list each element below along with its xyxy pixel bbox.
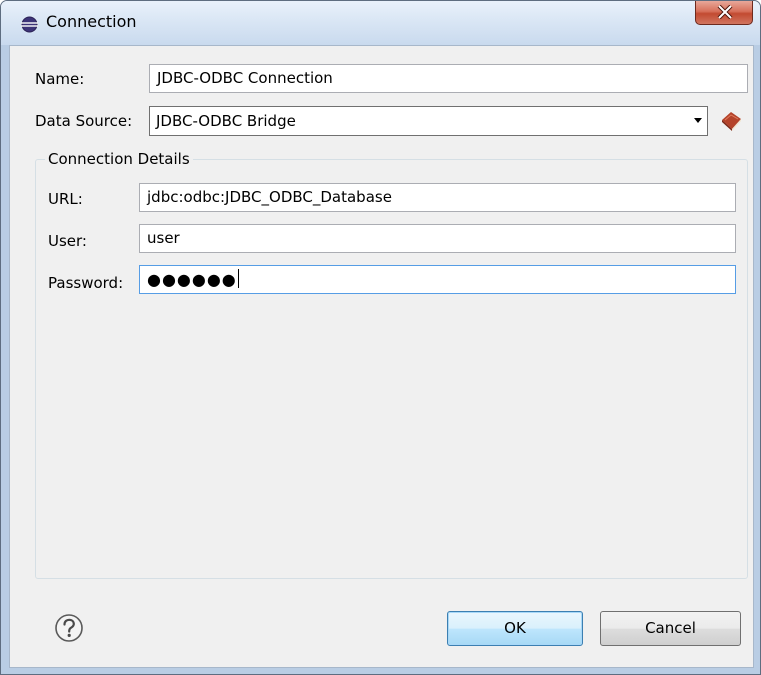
password-value: ●●●●●● <box>147 270 237 289</box>
user-input[interactable]: user <box>139 224 736 253</box>
name-input[interactable]: JDBC-ODBC Connection <box>149 64 748 93</box>
book-icon[interactable] <box>719 110 743 132</box>
user-label: User: <box>48 232 87 250</box>
text-caret <box>237 269 239 288</box>
connection-details-title: Connection Details <box>45 150 193 168</box>
eclipse-icon <box>21 16 38 33</box>
password-label: Password: <box>48 274 124 292</box>
connection-details-group <box>35 159 748 579</box>
close-icon <box>717 5 733 19</box>
close-button[interactable] <box>695 1 753 25</box>
chevron-down-icon <box>694 118 702 123</box>
url-label: URL: <box>48 190 83 208</box>
password-input[interactable]: ●●●●●● <box>139 265 736 294</box>
help-icon[interactable] <box>54 613 84 643</box>
window-title: Connection <box>46 12 137 31</box>
url-input[interactable]: jdbc:odbc:JDBC_ODBC_Database <box>139 183 736 212</box>
name-label: Name: <box>35 70 85 88</box>
data-source-value: JDBC-ODBC Bridge <box>156 112 296 130</box>
data-source-label: Data Source: <box>35 112 133 130</box>
ok-button[interactable]: OK <box>447 611 583 646</box>
cancel-button[interactable]: Cancel <box>600 611 741 646</box>
dialog-client-area: Name: JDBC-ODBC Connection Data Source: … <box>9 45 754 668</box>
data-source-select[interactable]: JDBC-ODBC Bridge <box>149 106 708 136</box>
connection-dialog: Connection Name: JDBC-ODBC Connection Da… <box>0 0 761 675</box>
title-bar[interactable]: Connection <box>1 1 760 45</box>
